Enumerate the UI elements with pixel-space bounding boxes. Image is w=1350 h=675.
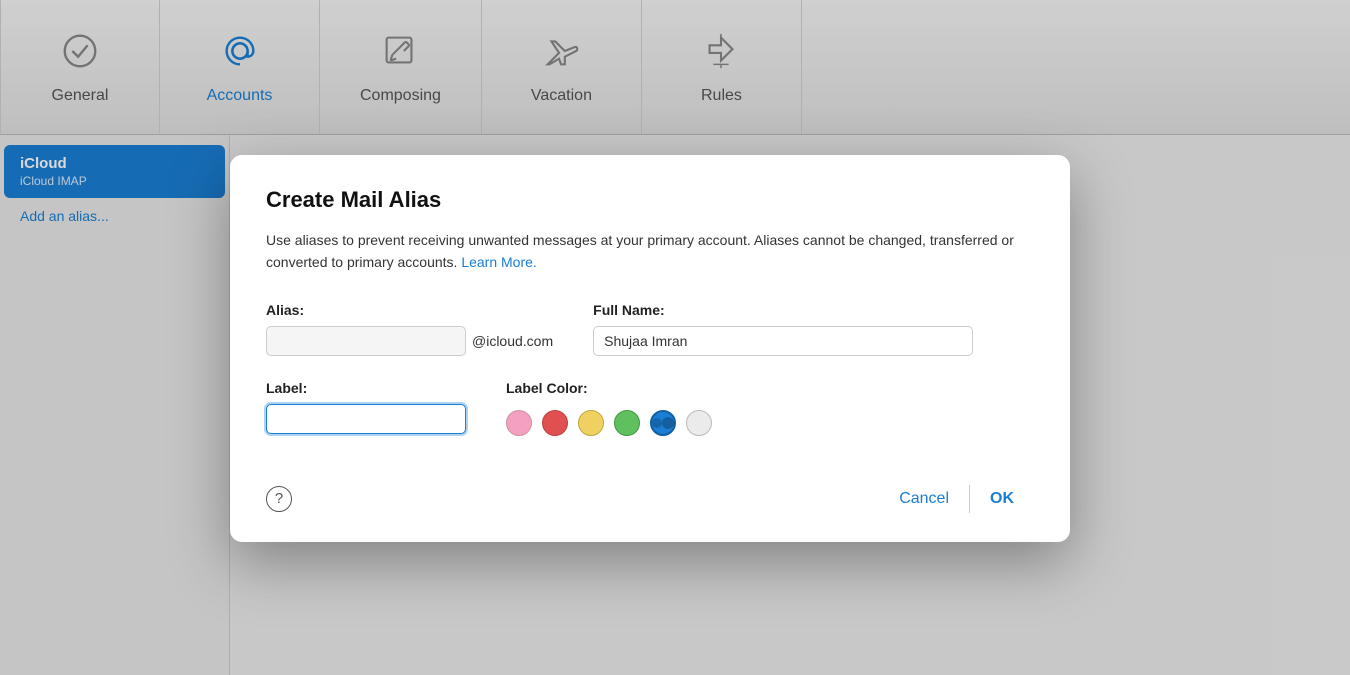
app-window: General Accounts	[0, 0, 1350, 675]
fullname-label: Full Name:	[593, 302, 973, 318]
color-white[interactable]	[686, 410, 712, 436]
label-input[interactable]	[266, 404, 466, 434]
fullname-input[interactable]	[593, 326, 973, 356]
learn-more-link[interactable]: Learn More.	[461, 254, 536, 270]
dialog-description-text: Use aliases to prevent receiving unwante…	[266, 232, 1014, 270]
alias-group: Alias: @icloud.com	[266, 302, 553, 356]
help-button[interactable]: ?	[266, 486, 292, 512]
dialog-footer: ? Cancel OK	[266, 468, 1034, 514]
color-swatches	[506, 410, 712, 436]
label-group: Label:	[266, 380, 466, 434]
dialog-description: Use aliases to prevent receiving unwante…	[266, 229, 1034, 274]
cancel-button[interactable]: Cancel	[879, 484, 969, 514]
form-row-2: Label: Label Color:	[266, 380, 1034, 436]
alias-input[interactable]	[266, 326, 466, 356]
color-blue[interactable]	[650, 410, 676, 436]
form-row-1: Alias: @icloud.com Full Name:	[266, 302, 1034, 356]
label-color-label: Label Color:	[506, 380, 712, 396]
dialog-buttons: Cancel OK	[879, 484, 1034, 514]
color-green[interactable]	[614, 410, 640, 436]
label-label: Label:	[266, 380, 466, 396]
main-area: iCloud iCloud IMAP Add an alias... Creat…	[0, 135, 1350, 675]
color-pink[interactable]	[506, 410, 532, 436]
fullname-group: Full Name:	[593, 302, 973, 356]
alias-domain: @icloud.com	[472, 333, 553, 349]
create-alias-dialog: Create Mail Alias Use aliases to prevent…	[230, 155, 1070, 542]
ok-button[interactable]: OK	[970, 484, 1034, 514]
dialog-title: Create Mail Alias	[266, 187, 1034, 213]
modal-overlay: Create Mail Alias Use aliases to prevent…	[0, 0, 1350, 675]
color-red[interactable]	[542, 410, 568, 436]
alias-input-row: @icloud.com	[266, 326, 553, 356]
color-yellow[interactable]	[578, 410, 604, 436]
label-color-group: Label Color:	[506, 380, 712, 436]
alias-label: Alias:	[266, 302, 553, 318]
